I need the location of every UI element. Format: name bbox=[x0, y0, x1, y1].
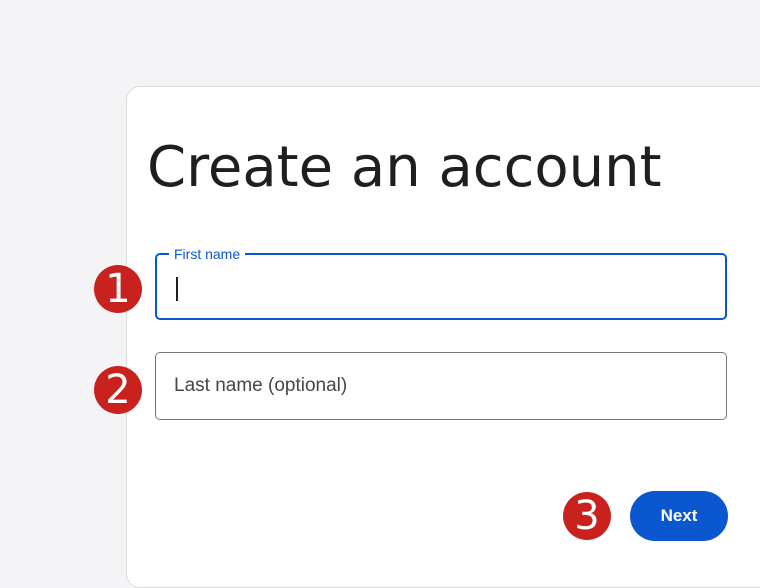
first-name-field[interactable]: First name bbox=[155, 246, 727, 320]
text-cursor bbox=[176, 277, 178, 301]
last-name-field[interactable] bbox=[155, 352, 727, 420]
first-name-input[interactable] bbox=[157, 255, 725, 318]
next-button[interactable]: Next bbox=[630, 491, 728, 541]
last-name-input[interactable] bbox=[156, 353, 726, 419]
page-title: Create an account bbox=[147, 135, 662, 200]
step-marker-2: 2 bbox=[94, 366, 142, 414]
step-marker-1: 1 bbox=[94, 265, 142, 313]
step-marker-3: 3 bbox=[563, 492, 611, 540]
